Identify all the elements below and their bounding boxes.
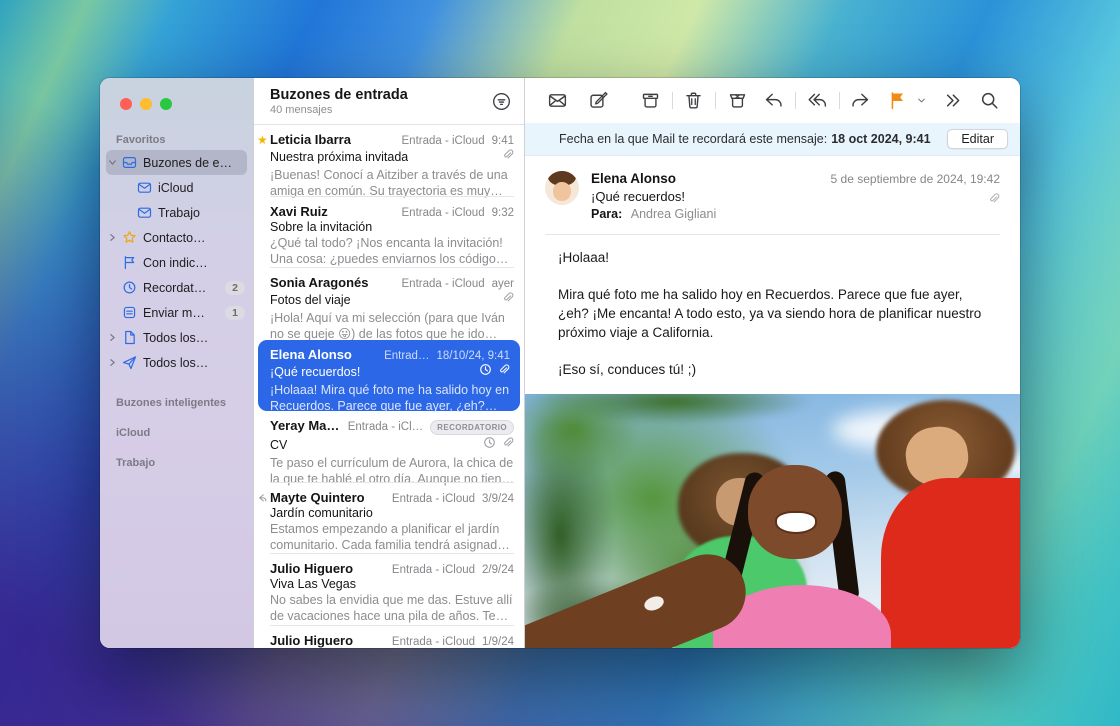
paperclip-icon: [501, 291, 514, 309]
attachment-photo[interactable]: [525, 394, 1020, 648]
message-rows: ★ Leticia Ibarra Entrada - iCloud 9:41 N…: [254, 125, 524, 648]
sidebar-item-contactos-vip[interactable]: Contacto…: [100, 225, 253, 250]
avatar: [545, 171, 579, 205]
message-list-pane: Buzones de entrada 40 mensajes ★ Leticia…: [253, 78, 525, 648]
reply-all-icon[interactable]: [803, 86, 832, 115]
paperclip-icon: [497, 363, 510, 381]
reminder-banner-datetime: 18 oct 2024, 9:41: [831, 132, 930, 146]
message-list-header: Buzones de entrada 40 mensajes: [254, 78, 524, 125]
message-body: ¡Holaaa! Mira qué foto me ha salido hoy …: [525, 235, 1020, 394]
body-paragraph: Mira qué foto me ha salido hoy en Recuer…: [558, 286, 994, 343]
reminder-clock-icon: [483, 436, 496, 454]
to-label: Para:: [591, 207, 622, 221]
get-mail-icon[interactable]: [543, 86, 572, 115]
message-header: Elena Alonso ¡Qué recuerdos! Para: Andre…: [525, 156, 1020, 221]
message-row-mayte-quintero[interactable]: Mayte Quintero Entrada - iCloud 3/9/24 J…: [254, 483, 524, 555]
trash-icon[interactable]: [679, 86, 708, 115]
message-row-sonia-aragones[interactable]: Sonia Aragonés Entrada - iCloud ayer Fot…: [254, 268, 524, 340]
archive-icon[interactable]: [636, 86, 665, 115]
recordatorio-badge: RECORDATORIO: [430, 420, 514, 435]
chevron-down-icon[interactable]: [106, 158, 119, 167]
compose-icon[interactable]: [584, 86, 613, 115]
paperclip-icon: [831, 192, 1000, 205]
reminder-clock-icon: [479, 363, 492, 381]
reminder-banner: Fecha en la que Mail te recordará este m…: [525, 123, 1020, 156]
message-count: 40 mensajes: [270, 104, 491, 116]
message-subject: ¡Qué recuerdos!: [591, 189, 831, 204]
reply-icon[interactable]: [759, 86, 788, 115]
photo-person-right-red-shirt: [881, 478, 1020, 648]
paperclip-icon: [501, 436, 514, 454]
junk-icon[interactable]: [723, 86, 752, 115]
mail-window: Favoritos Buzones de e… iCloud Trabajo C…: [100, 78, 1020, 648]
message-row-xavi-ruiz[interactable]: Xavi Ruiz Entrada - iCloud 9:32 Sobre la…: [254, 197, 524, 269]
message-row-elena-alonso-selected[interactable]: Elena Alonso Entrad… 18/10/24, 9:41 ¡Qué…: [258, 340, 520, 412]
sidebar-item-buzones-de-entrada[interactable]: Buzones de e…: [106, 150, 247, 175]
message-view: Elena Alonso ¡Qué recuerdos! Para: Andre…: [525, 156, 1020, 648]
close-window-button[interactable]: [120, 98, 132, 110]
sidebar-section-icloud[interactable]: iCloud: [100, 421, 253, 443]
sidebar-item-icloud-inbox[interactable]: iCloud: [100, 175, 253, 200]
body-paragraph: ¡Holaaa!: [558, 249, 994, 268]
inbox-tray-icon: [119, 155, 139, 170]
sidebar-item-trabajo-inbox[interactable]: Trabajo: [100, 200, 253, 225]
sidebar-item-enviar-mas-tarde[interactable]: Enviar m… 1: [100, 300, 253, 325]
mailbox-title: Buzones de entrada: [270, 87, 491, 103]
filter-icon[interactable]: [491, 91, 512, 112]
flag-icon: [119, 255, 139, 270]
window-controls: [100, 90, 253, 128]
message-row-leticia-ibarra[interactable]: ★ Leticia Ibarra Entrada - iCloud 9:41 N…: [254, 125, 524, 197]
message-row-julio-higuero-1[interactable]: Julio Higuero Entrada - iCloud 2/9/24 Vi…: [254, 554, 524, 626]
sidebar-item-con-indicador[interactable]: Con indic…: [100, 250, 253, 275]
star-icon: ★: [257, 133, 268, 147]
body-paragraph: ¡Eso sí, conduces tú! ;): [558, 361, 994, 380]
reminder-banner-label: Fecha en la que Mail te recordará este m…: [559, 132, 827, 146]
replied-arrow-icon: [257, 492, 269, 510]
sidebar-section-smart-mailboxes[interactable]: Buzones inteligentes: [100, 391, 253, 413]
zoom-window-button[interactable]: [160, 98, 172, 110]
chevron-right-icon[interactable]: [106, 333, 119, 342]
sidebar-section-trabajo[interactable]: Trabajo: [100, 451, 253, 473]
mailbox-envelope-icon: [134, 205, 154, 220]
message-sender: Elena Alonso: [591, 171, 831, 186]
sidebar-item-recordatorios[interactable]: Recordat… 2: [100, 275, 253, 300]
sidebar: Favoritos Buzones de e… iCloud Trabajo C…: [100, 78, 253, 648]
reading-pane: Fecha en la que Mail te recordará este m…: [525, 78, 1020, 648]
minimize-window-button[interactable]: [140, 98, 152, 110]
mailbox-envelope-icon: [134, 180, 154, 195]
photo-person-center-smile: [775, 511, 817, 534]
chevron-right-icon[interactable]: [106, 358, 119, 367]
paperclip-icon: [501, 148, 514, 166]
sidebar-item-todos-los-borradores[interactable]: Todos los…: [100, 325, 253, 350]
unread-count-badge: 1: [225, 306, 245, 320]
toolbar: [525, 78, 1020, 123]
edit-reminder-button[interactable]: Editar: [947, 129, 1008, 149]
document-icon: [119, 330, 139, 345]
flag-icon[interactable]: [883, 86, 912, 115]
more-toolbar-items-icon[interactable]: [938, 86, 967, 115]
send-later-icon: [119, 305, 139, 320]
star-icon: [119, 230, 139, 245]
flag-menu-chevron-icon[interactable]: [912, 91, 931, 110]
search-icon[interactable]: [975, 86, 1004, 115]
sidebar-section-favorites: Favoritos: [100, 128, 253, 150]
clock-icon: [119, 280, 139, 295]
recipient-name[interactable]: Andrea Gigliani: [631, 207, 716, 221]
message-row-julio-higuero-2[interactable]: Julio Higuero Entrada - iCloud 1/9/24: [254, 626, 524, 649]
forward-icon[interactable]: [846, 86, 875, 115]
unread-count-badge: 2: [225, 281, 245, 295]
chevron-right-icon[interactable]: [106, 233, 119, 242]
message-date: 5 de septiembre de 2024, 19:42: [831, 172, 1000, 186]
message-row-yeray-martin[interactable]: Yeray Martín Entrada - iCl… RECORDATORIO…: [254, 411, 524, 483]
paper-plane-icon: [119, 355, 139, 370]
sidebar-item-todos-los-enviados[interactable]: Todos los…: [100, 350, 253, 375]
